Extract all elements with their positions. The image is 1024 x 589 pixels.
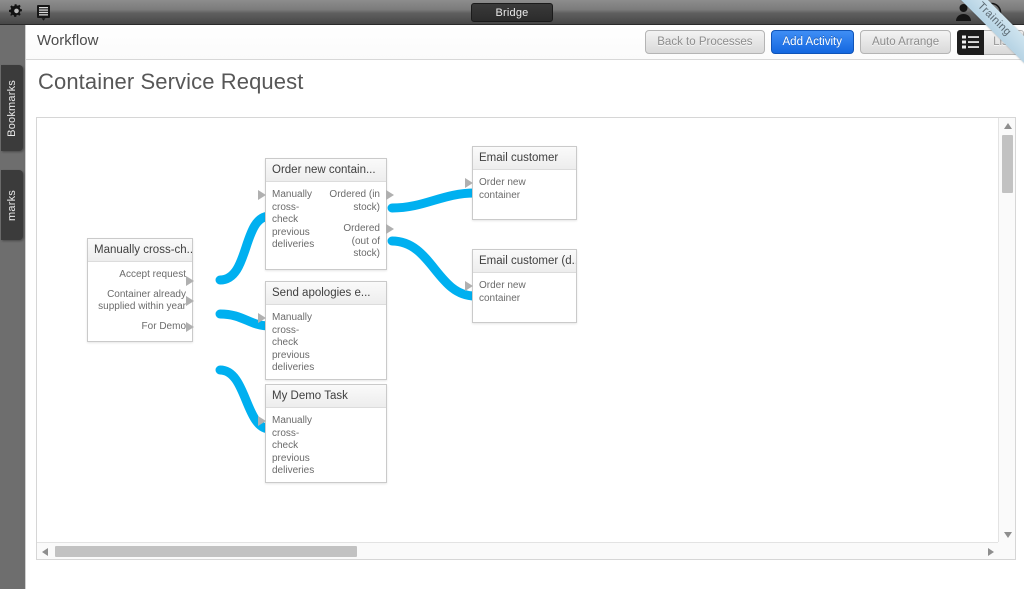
port-out-label: Accept request bbox=[119, 269, 186, 280]
scroll-left-icon[interactable] bbox=[37, 543, 53, 559]
node-send-apologies[interactable]: Send apologies e... Manually cross-check… bbox=[258, 281, 387, 380]
horizontal-scroll-thumb[interactable] bbox=[55, 546, 357, 557]
node-title: My Demo Task bbox=[266, 385, 386, 408]
node-my-demo-task[interactable]: My Demo Task Manually cross-check previo… bbox=[258, 384, 387, 483]
node-title: Email customer bbox=[473, 147, 576, 170]
node-body: Order new container bbox=[465, 273, 576, 322]
output-port-arrow[interactable] bbox=[186, 276, 194, 286]
node-body: Order new container bbox=[465, 170, 576, 219]
node-order-new-container[interactable]: Order new contain... Manually cross-chec… bbox=[258, 158, 394, 270]
toolbar: Workflow Back to Processes Add Activity … bbox=[26, 25, 1024, 60]
port-in-label: Manually cross-check previous deliveries bbox=[272, 189, 315, 250]
node-title: Email customer (d... bbox=[473, 250, 576, 273]
node-title: Send apologies e... bbox=[266, 282, 386, 305]
workflow-canvas[interactable]: Manually cross-ch... Accept request Cont… bbox=[36, 117, 1016, 560]
page-title: Container Service Request bbox=[38, 69, 304, 94]
node-email-customer[interactable]: Email customer Order new container bbox=[465, 146, 577, 220]
section-title: Workflow bbox=[37, 32, 99, 49]
add-activity-button[interactable]: Add Activity bbox=[770, 30, 854, 54]
node-email-customer-duplicate[interactable]: Email customer (d... Order new container bbox=[465, 249, 577, 323]
bridge-tab[interactable]: Bridge bbox=[471, 3, 553, 22]
node-body: Manually cross-check previous deliveries bbox=[258, 305, 386, 379]
node-body: Manually cross-check previous deliveries bbox=[258, 408, 386, 482]
scrollbar-corner bbox=[998, 542, 1015, 559]
workflow-application: Bridge Training Bookmarks marks Workflow… bbox=[0, 0, 1024, 589]
toolbar-buttons: Back to Processes Add Activity Auto Arra… bbox=[645, 29, 1024, 55]
node-body: Accept request Container already supplie… bbox=[88, 262, 194, 341]
port-in-label: Order new container bbox=[479, 177, 526, 201]
vertical-scroll-thumb[interactable] bbox=[1002, 135, 1013, 193]
rail-tab-bookmarks-label: Bookmarks bbox=[6, 79, 18, 137]
auto-arrange-button[interactable]: Auto Arrange bbox=[859, 30, 952, 54]
node-title: Order new contain... bbox=[266, 159, 386, 182]
port-in-label: Manually cross-check previous deliveries bbox=[272, 312, 315, 373]
list-view-icon bbox=[957, 29, 985, 55]
workflow-diagram: Manually cross-ch... Accept request Cont… bbox=[37, 118, 999, 543]
scroll-right-icon[interactable] bbox=[983, 543, 999, 559]
port-out-label: Container already supplied within year bbox=[98, 288, 186, 313]
node-manually-cross-check[interactable]: Manually cross-ch... Accept request Cont… bbox=[87, 238, 194, 342]
node-body: Manually cross-check previous deliveries… bbox=[258, 182, 394, 269]
port-in-label: Order new container bbox=[479, 280, 526, 304]
canvas-horizontal-scrollbar[interactable] bbox=[37, 542, 999, 559]
main-panel: Workflow Back to Processes Add Activity … bbox=[25, 25, 1024, 589]
back-to-processes-button[interactable]: Back to Processes bbox=[645, 30, 765, 54]
scroll-up-icon[interactable] bbox=[999, 118, 1015, 134]
scroll-down-icon[interactable] bbox=[999, 527, 1015, 543]
left-rail: Bookmarks marks bbox=[0, 25, 25, 589]
input-port-arrow[interactable] bbox=[258, 313, 266, 323]
output-port-arrow[interactable] bbox=[186, 295, 194, 306]
port-out-label: For Demo bbox=[141, 320, 186, 332]
chrome-left-icons bbox=[7, 3, 53, 22]
rail-tab-marks-label: marks bbox=[6, 189, 18, 221]
port-out-label: Ordered (out of stock) bbox=[343, 223, 380, 259]
rail-tab-marks[interactable]: marks bbox=[1, 170, 23, 240]
port-out-label: Ordered (in stock) bbox=[329, 189, 380, 213]
gear-icon[interactable] bbox=[7, 3, 26, 22]
input-port-arrow[interactable] bbox=[258, 416, 266, 426]
output-port-arrow[interactable] bbox=[186, 321, 194, 332]
canvas-viewport: Manually cross-ch... Accept request Cont… bbox=[37, 118, 999, 543]
browser-chrome-bar: Bridge bbox=[0, 0, 1024, 25]
port-in-label: Manually cross-check previous deliveries bbox=[272, 415, 315, 476]
output-port-arrow[interactable] bbox=[386, 190, 394, 200]
input-port-arrow[interactable] bbox=[258, 190, 266, 200]
output-port-arrow[interactable] bbox=[386, 224, 394, 234]
rail-tab-bookmarks[interactable]: Bookmarks bbox=[1, 65, 23, 151]
input-port-arrow[interactable] bbox=[465, 281, 473, 291]
canvas-vertical-scrollbar[interactable] bbox=[998, 118, 1015, 543]
input-port-arrow[interactable] bbox=[465, 178, 473, 188]
list-menu-icon[interactable] bbox=[34, 3, 53, 22]
node-title: Manually cross-ch... bbox=[88, 239, 192, 262]
